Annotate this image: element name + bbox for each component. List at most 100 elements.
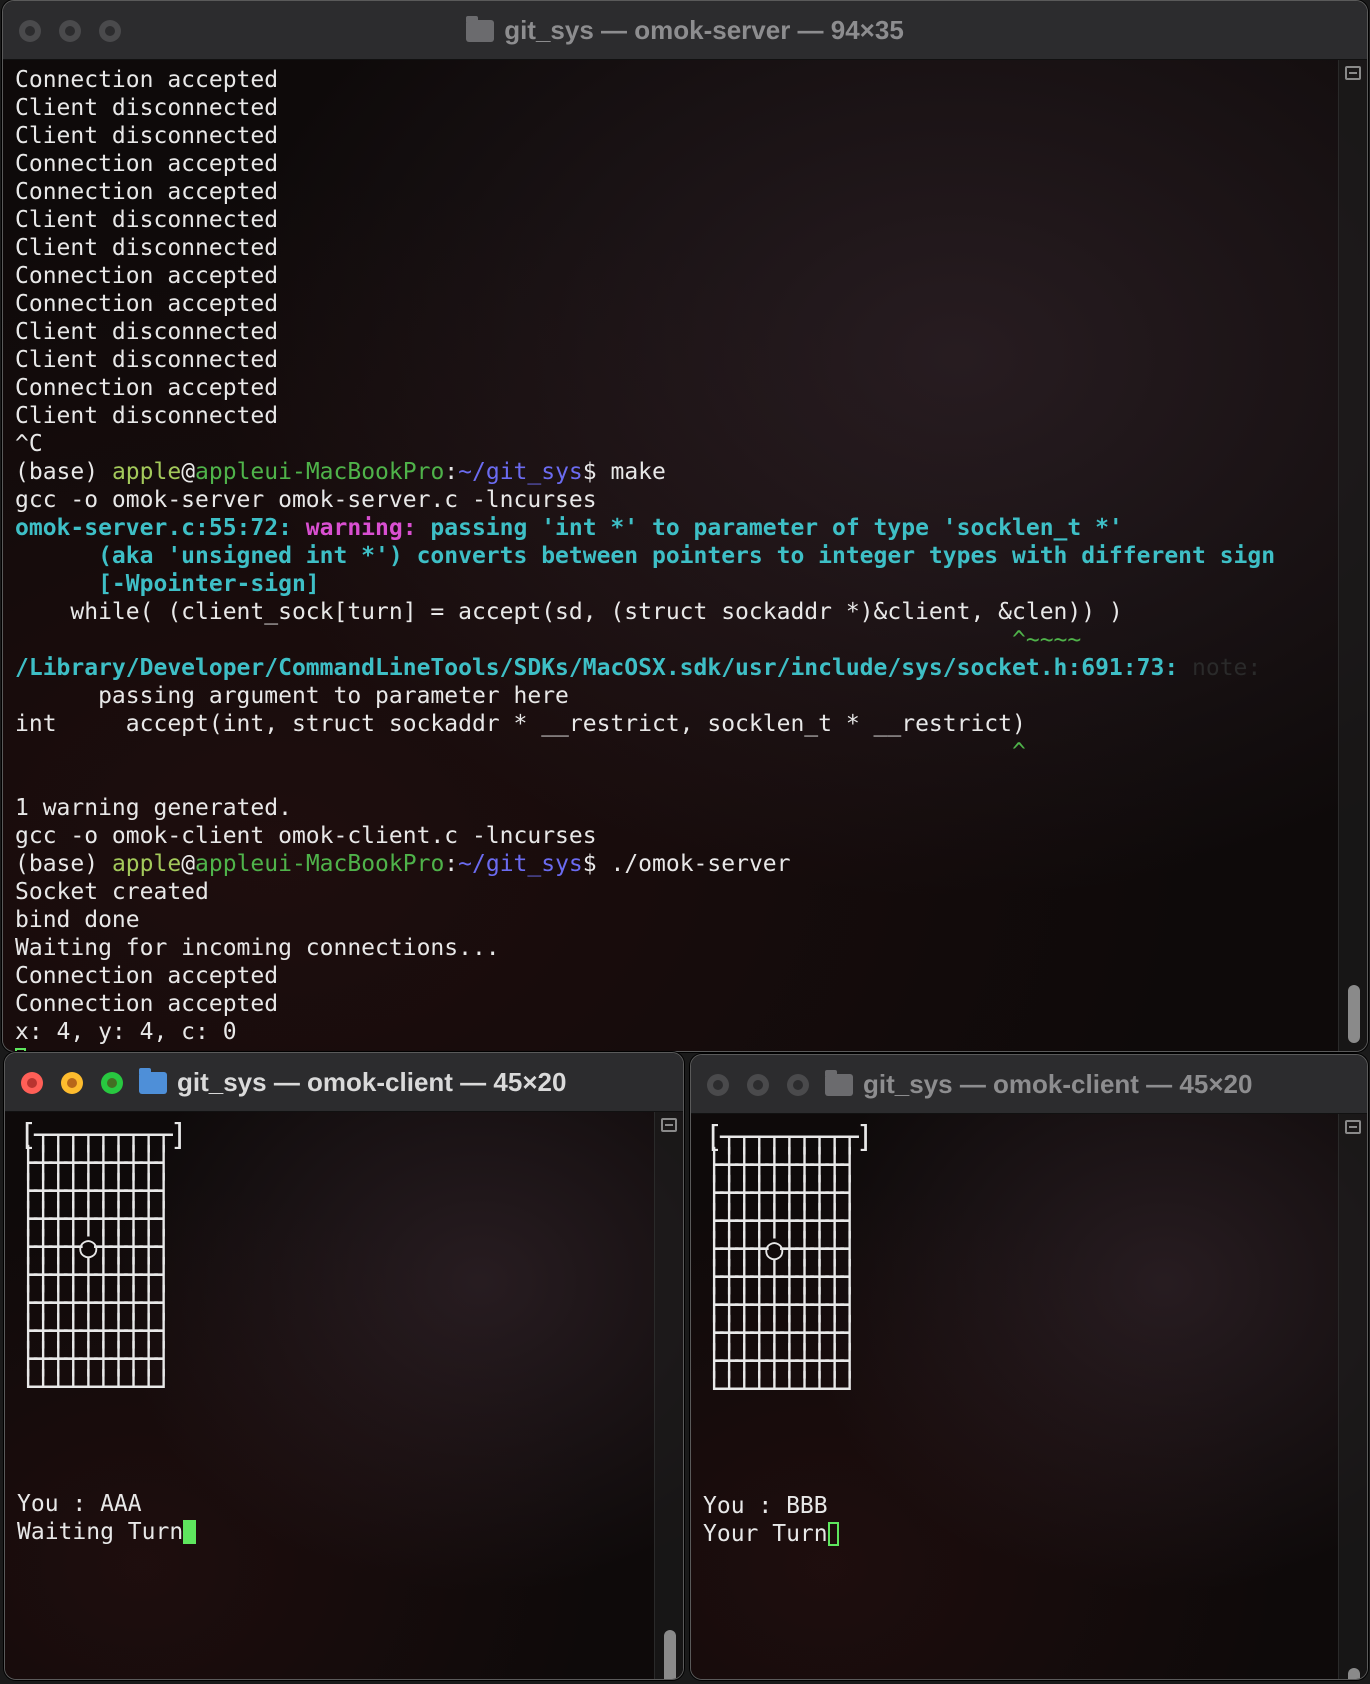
terminal-text: Waiting for incoming connections... [15,935,500,961]
terminal-text: Client disconnected [15,347,279,373]
turn-status: Waiting Turn [17,1519,184,1545]
terminal-cursor [827,1522,839,1546]
terminal-line: Client disconnected [15,402,1275,430]
terminal-text: Connection accepted [15,179,279,205]
terminal-text: (aka 'unsigned int *') converts between … [15,543,1276,569]
window-title-text: git_sys — omok-client — 45×20 [863,1069,1253,1099]
terminal-line: Client disconnected [15,94,1275,122]
terminal-text: Connection accepted [15,291,279,317]
terminal-text: /Library/Developer/CommandLineTools/SDKs… [15,655,1193,681]
terminal-line: (base) apple@appleui-MacBookPro:~/git_sy… [15,458,1275,486]
terminal-text: ^ [15,739,1026,765]
server-terminal-window[interactable]: git_sys — omok-server — 94×35 Connection… [2,0,1368,1052]
terminal-line: ^ [15,738,1275,766]
terminal-line: gcc -o omok-client omok-client.c -lncurs… [15,822,1275,850]
turn-status-line: Your Turn [703,1520,839,1548]
terminal-line: /Library/Developer/CommandLineTools/SDKs… [15,654,1275,682]
terminal-text: apple [111,459,182,485]
terminal-text: Connection accepted [15,263,279,289]
terminal-text: passing argument to parameter here [15,683,569,709]
terminal-text: : [444,851,459,877]
terminal-text: Connection accepted [15,963,279,989]
player-name: You : BBB [703,1493,828,1519]
terminal-text: $ ./omok-server [582,851,791,877]
terminal-line: Waiting for incoming connections... [15,934,1275,962]
terminal-text: Connection accepted [15,67,279,93]
player-name: You : AAA [17,1491,142,1517]
scrollbar-thumb[interactable] [1348,1668,1360,1679]
terminal-text: ^~~~~ [15,627,1082,653]
scrollbar-thumb[interactable] [664,1630,676,1679]
terminal-line: Connection accepted [15,178,1275,206]
terminal-text: ~/git_sys [458,459,583,485]
terminal-text: int accept(int, struct sockaddr * __rest… [15,711,1026,737]
terminal-text: Connection accepted [15,375,279,401]
server-terminal-content[interactable]: Connection accepted Client disconnected Cl… [3,60,1367,1051]
client-titlebar-right[interactable]: git_sys — omok-client — 45×20 [691,1055,1367,1114]
scrollbar[interactable] [1338,60,1367,1051]
client-terminal-window-right[interactable]: git_sys — omok-client — 45×20 [┬┬┬┬┬┬┬┬┬… [690,1054,1368,1680]
omok-board: [┬┬┬┬┬┬┬┬┬] ├┼┼┼┼┼┼┼┼┤ ├┼┼┼┼┼┼┼┼┤ ├┼┼┼┼┼┼┼┼… [705,1123,874,1407]
terminal-line: ^~~~~ [15,626,1275,654]
terminal-text: appleui-MacBookPro [195,851,445,877]
terminal-line: (base) apple@appleui-MacBookPro:~/git_sy… [15,850,1275,878]
terminal-text: passing 'int *' to parameter of type 'so… [430,515,1123,541]
window-title-text: git_sys — omok-client — 45×20 [177,1067,567,1097]
terminal-text: omok-server.c:55:72: [15,515,306,541]
terminal-cursor [183,1520,197,1544]
terminal-line: Connection accepted [15,962,1275,990]
folder-icon [466,16,495,42]
scrollbar-thumb[interactable] [1348,985,1360,1043]
terminal-text: Client disconnected [15,123,279,149]
client-terminal-content-right[interactable]: [┬┬┬┬┬┬┬┬┬] ├┼┼┼┼┼┼┼┼┤ ├┼┼┼┼┼┼┼┼┤ ├┼┼┼┼┼┼┼┼… [691,1114,1367,1679]
client-titlebar-left[interactable]: git_sys — omok-client — 45×20 [5,1053,683,1112]
split-pane-icon[interactable] [1345,1120,1361,1134]
terminal-text: (base) [15,851,112,877]
server-titlebar[interactable]: git_sys — omok-server — 94×35 [3,1,1367,60]
split-pane-icon[interactable] [661,1118,677,1132]
folder-icon [825,1070,853,1096]
terminal-text: gcc -o omok-client omok-client.c -lncurs… [15,823,597,849]
window-title: git_sys — omok-client — 45×20 [691,1055,1367,1113]
terminal-line: omok-server.c:55:72: warning: passing 'i… [15,514,1275,542]
window-title: git_sys — omok-client — 45×20 [5,1053,683,1111]
scrollbar[interactable] [1338,1114,1367,1679]
client-terminal-window-left[interactable]: git_sys — omok-client — 45×20 [┬┬┬┬┬┬┬┬┬… [4,1052,684,1680]
terminal-text: ~/git_sys [458,851,583,877]
terminal-line: Client disconnected [15,346,1275,374]
terminal-text: Client disconnected [15,319,279,345]
terminal-line: Client disconnected [15,122,1275,150]
turn-status: Your Turn [703,1521,828,1547]
terminal-line: x: 4, y: 4, c: 0 [15,1018,1275,1046]
turn-status-line: Waiting Turn [17,1518,197,1546]
terminal-text: Client disconnected [15,95,279,121]
terminal-line: Connection accepted [15,374,1275,402]
terminal-text: [-Wpointer-sign] [15,571,320,597]
terminal-line: Connection accepted [15,262,1275,290]
scrollbar[interactable] [654,1112,683,1679]
window-title: git_sys — omok-server — 94×35 [3,1,1367,59]
window-title-text: git_sys — omok-server — 94×35 [504,15,904,45]
terminal-line: Client disconnected [15,206,1275,234]
terminal-line: Client disconnected [15,318,1275,346]
terminal-line: Socket created [15,878,1275,906]
client-terminal-content-left[interactable]: [┬┬┬┬┬┬┬┬┬] ├┼┼┼┼┼┼┼┼┤ ├┼┼┼┼┼┼┼┼┤ ├┼┼┼┼┼┼┼┼… [5,1112,683,1679]
split-pane-icon[interactable] [1345,66,1361,80]
terminal-text: @ [181,459,196,485]
terminal-text: Client disconnected [15,207,279,233]
player-name-line: You : AAA [17,1490,142,1518]
terminal-line: [-Wpointer-sign] [15,570,1275,598]
terminal-text: Client disconnected [15,403,279,429]
terminal-line: ^C [15,430,1275,458]
terminal-text: Connection accepted [15,991,279,1017]
terminal-text: warning: [305,515,431,541]
terminal-line: passing argument to parameter here [15,682,1275,710]
terminal-text: (base) [15,459,112,485]
board-row: └┴┴┴┴┴┴┴┴┘ [705,1372,859,1407]
terminal-line: (aka 'unsigned int *') converts between … [15,542,1275,570]
board-row: └┴┴┴┴┴┴┴┴┘ [19,1370,173,1405]
terminal-text: bind done [15,907,140,933]
terminal-text: : [444,459,459,485]
player-name-line: You : BBB [703,1492,828,1520]
